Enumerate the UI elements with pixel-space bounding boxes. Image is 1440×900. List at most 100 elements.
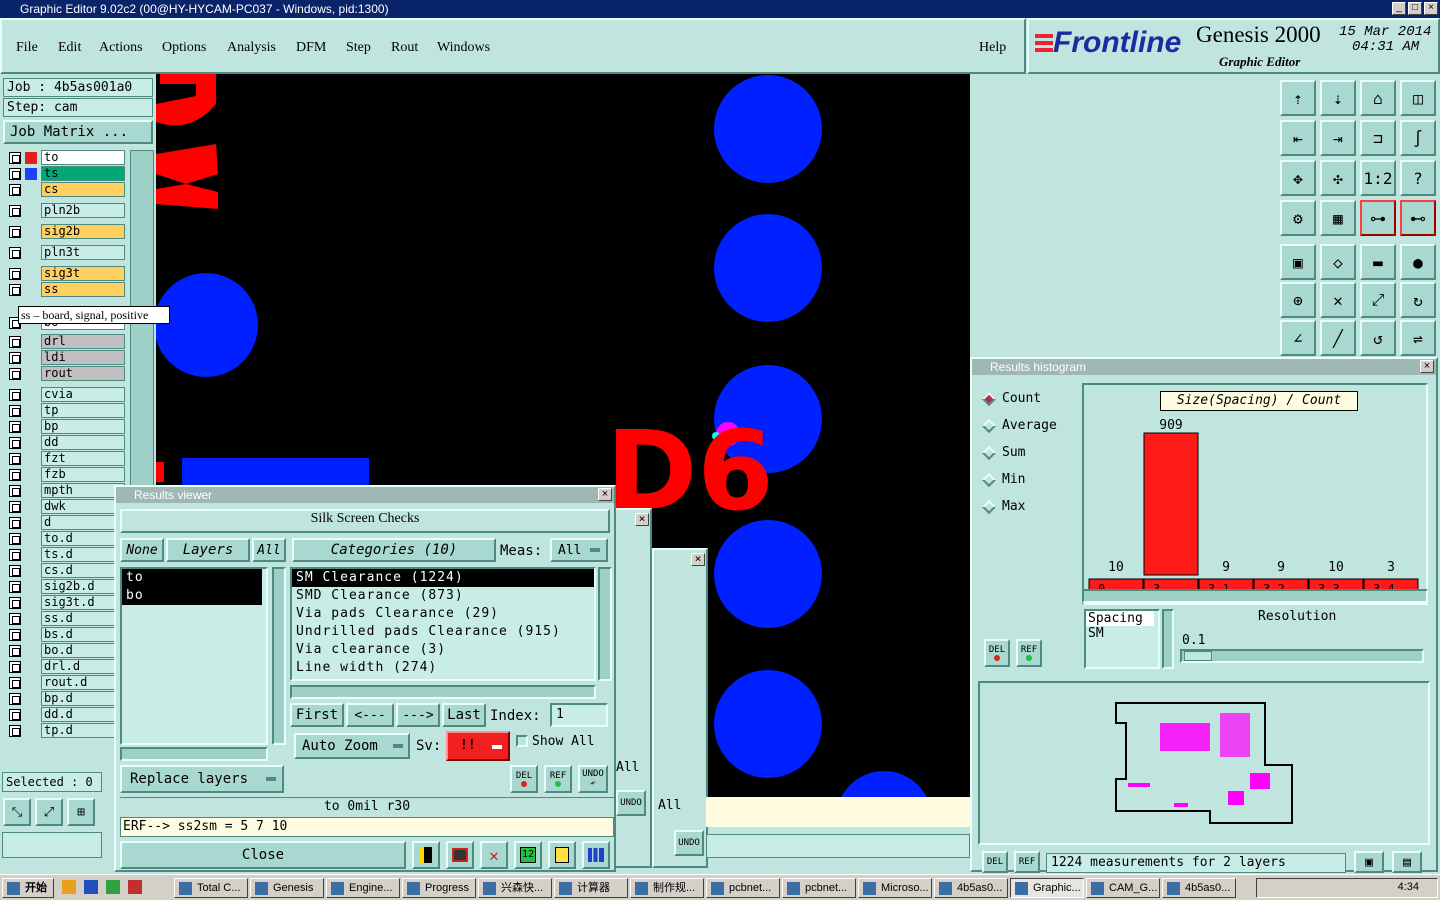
layer-name[interactable]: d bbox=[41, 515, 125, 530]
menu-analysis[interactable]: Analysis bbox=[227, 40, 276, 56]
index-input[interactable]: 1 bbox=[550, 703, 608, 727]
task-button[interactable]: 4b5as0... bbox=[934, 878, 1008, 898]
layer-name[interactable]: mpth bbox=[41, 483, 125, 498]
layer-name[interactable]: tp bbox=[41, 403, 125, 418]
layer-checkbox[interactable] bbox=[9, 628, 21, 641]
layer-name[interactable]: tp.d bbox=[41, 723, 125, 738]
layer-row-sig3t[interactable]: sig3t bbox=[9, 266, 125, 281]
option-sum[interactable]: Sum bbox=[978, 439, 1078, 466]
notes-icon[interactable] bbox=[548, 841, 576, 869]
layer-checkbox[interactable] bbox=[9, 692, 21, 705]
settings-icon[interactable]: ⚙ bbox=[1280, 200, 1316, 236]
menu-edit[interactable]: Edit bbox=[58, 40, 81, 56]
layer-name[interactable]: ss bbox=[41, 282, 125, 297]
close-button[interactable]: Close bbox=[120, 841, 406, 869]
layer-row-bp-d[interactable]: bp.d bbox=[9, 691, 125, 706]
zoom-window-icon[interactable]: ▣ bbox=[1354, 851, 1384, 873]
task-button[interactable]: Graphic... bbox=[1010, 878, 1084, 898]
menu-dfm[interactable]: DFM bbox=[296, 40, 326, 56]
layer-checkbox[interactable] bbox=[9, 468, 21, 481]
layer-checkbox[interactable] bbox=[9, 404, 21, 417]
layer-row-ts-d[interactable]: ts.d bbox=[9, 547, 125, 562]
net-icon[interactable]: ⊶ bbox=[1360, 200, 1396, 236]
layer-checkbox[interactable] bbox=[9, 420, 21, 433]
categories-listbox[interactable]: SM Clearance (1224) SMD Clearance (873) … bbox=[290, 567, 596, 681]
layer-name[interactable]: sig2b bbox=[41, 224, 125, 239]
layer-row-fzb[interactable]: fzb bbox=[9, 467, 125, 482]
layer-row-fzt[interactable]: fzt bbox=[9, 451, 125, 466]
flip-icon[interactable]: ⇌ bbox=[1400, 320, 1436, 356]
task-button[interactable]: Microso... bbox=[858, 878, 932, 898]
resolution-slider[interactable] bbox=[1180, 649, 1424, 663]
spacing-value[interactable]: SM bbox=[1086, 626, 1158, 641]
menu-help[interactable]: Help bbox=[979, 40, 1006, 56]
ql-app-icon[interactable] bbox=[62, 880, 76, 894]
layer-row-d[interactable]: d bbox=[9, 515, 125, 530]
left-icon[interactable]: ⇤ bbox=[1280, 120, 1316, 156]
layer-row-to-d[interactable]: to.d bbox=[9, 531, 125, 546]
last-button[interactable]: Last bbox=[442, 703, 486, 727]
layer-row-ss[interactable]: ss bbox=[9, 282, 125, 297]
radio-icon[interactable] bbox=[981, 445, 997, 460]
angle-icon[interactable]: ∠ bbox=[1280, 320, 1316, 356]
layer-name[interactable]: pln3t bbox=[41, 245, 125, 260]
menu-options[interactable]: Options bbox=[162, 40, 206, 56]
layer-row-ldi[interactable]: ldi bbox=[9, 350, 125, 365]
layer-name[interactable]: dd.d bbox=[41, 707, 125, 722]
layer-name[interactable]: dwk bbox=[41, 499, 125, 514]
task-button[interactable]: Total C... bbox=[174, 878, 248, 898]
layer-checkbox[interactable] bbox=[9, 367, 21, 380]
spacing-scrollbar[interactable] bbox=[1162, 609, 1174, 669]
layers-none-button[interactable]: None bbox=[120, 538, 164, 562]
layer-name[interactable]: fzt bbox=[41, 451, 125, 466]
categories-button[interactable]: Categories (10) bbox=[292, 538, 496, 562]
layer-list[interactable]: totscspln2bsig2bpln3tsig3tssbodrlldirout… bbox=[3, 150, 127, 750]
ruler-icon[interactable]: ▬ bbox=[1360, 244, 1396, 280]
layer-row-sig3t-d[interactable]: sig3t.d bbox=[9, 595, 125, 610]
layer-name[interactable]: bp bbox=[41, 419, 125, 434]
meas-dropdown[interactable]: All bbox=[550, 538, 608, 562]
layer-name[interactable]: bs.d bbox=[41, 627, 125, 642]
prev-button[interactable]: <--- bbox=[346, 703, 394, 727]
layer-checkbox[interactable] bbox=[9, 452, 21, 465]
layer-row-dd-d[interactable]: dd.d bbox=[9, 707, 125, 722]
menu-step[interactable]: Step bbox=[346, 40, 371, 56]
menu-actions[interactable]: Actions bbox=[99, 40, 143, 56]
auto-zoom-dropdown[interactable]: Auto Zoom bbox=[294, 733, 410, 759]
results-histogram-close[interactable]: × bbox=[1420, 360, 1434, 373]
layer-checkbox[interactable] bbox=[9, 660, 21, 673]
replace-layers-dropdown[interactable]: Replace layers bbox=[120, 765, 284, 793]
task-button[interactable]: 制作规... bbox=[630, 878, 704, 898]
background-undo-button[interactable]: UNDO bbox=[616, 790, 646, 816]
layer-name[interactable]: dd bbox=[41, 435, 125, 450]
layer-row-rout-d[interactable]: rout.d bbox=[9, 675, 125, 690]
layer-row-ss-d[interactable]: ss.d bbox=[9, 611, 125, 626]
resolution-slider-thumb[interactable] bbox=[1184, 651, 1212, 661]
task-button[interactable]: Progress bbox=[402, 878, 476, 898]
layers-all-button[interactable]: All bbox=[252, 538, 286, 562]
del-button[interactable]: DEL bbox=[510, 765, 538, 793]
histogram-bar[interactable] bbox=[1143, 432, 1199, 576]
background-window-close[interactable]: × bbox=[635, 513, 649, 526]
layer-name[interactable]: fzb bbox=[41, 467, 125, 482]
grid-icon[interactable]: ▦ bbox=[1320, 200, 1356, 236]
category-item-via-pads[interactable]: Via pads Clearance (29) bbox=[292, 605, 594, 623]
move-icon[interactable]: ⤢ bbox=[1360, 282, 1396, 318]
layer-name[interactable]: drl bbox=[41, 334, 125, 349]
net-select-icon[interactable]: ⊷ bbox=[1400, 200, 1436, 236]
task-button[interactable]: pcbnet... bbox=[706, 878, 780, 898]
window-layout-icon[interactable]: ▤ bbox=[1392, 851, 1422, 873]
menu-rout[interactable]: Rout bbox=[391, 40, 418, 56]
tool-zoom-icon[interactable]: ⤡ bbox=[3, 798, 31, 826]
layer-checkbox[interactable] bbox=[9, 724, 21, 737]
number-icon[interactable]: 12 bbox=[514, 841, 542, 869]
clear-icon[interactable]: ✕ bbox=[480, 841, 508, 869]
option-min[interactable]: Min bbox=[978, 466, 1078, 493]
layers-button[interactable]: Layers bbox=[166, 538, 250, 562]
severity-dropdown[interactable]: !! bbox=[446, 731, 510, 761]
export-icon[interactable]: ⇣ bbox=[1320, 80, 1356, 116]
layer-name[interactable]: cs bbox=[41, 182, 125, 197]
start-button[interactable]: 开始 bbox=[2, 878, 54, 898]
layer-name[interactable]: to.d bbox=[41, 531, 125, 546]
panel-icon[interactable]: ◫ bbox=[1400, 80, 1436, 116]
